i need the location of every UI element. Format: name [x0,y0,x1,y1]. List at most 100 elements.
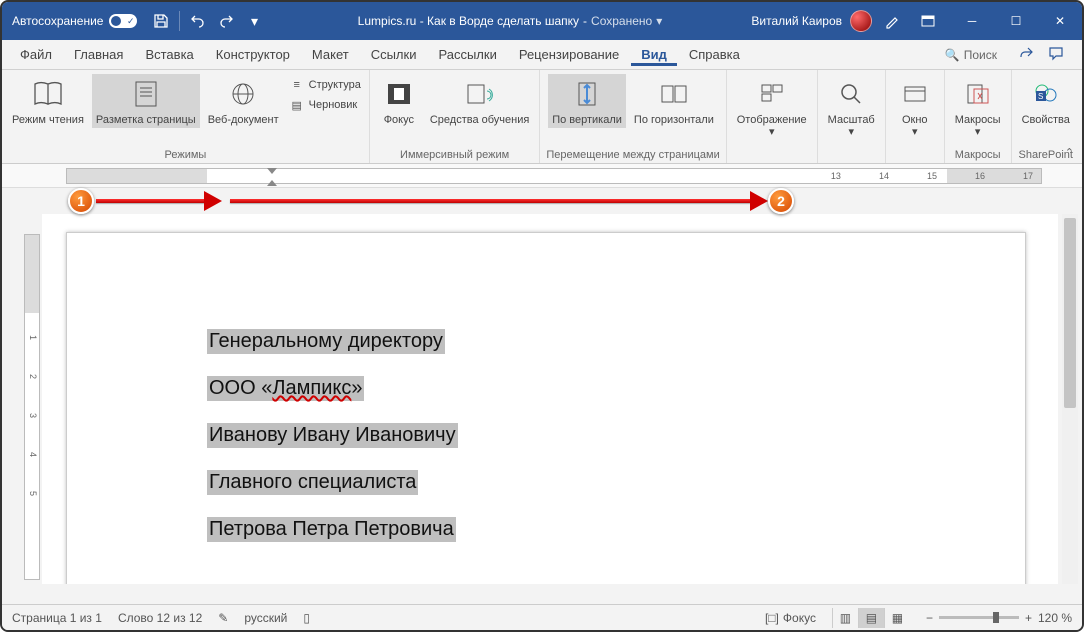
display-icon [754,76,790,112]
text-line[interactable]: Иванову Ивану Ивановичу [207,423,458,448]
tab-help[interactable]: Справка [679,43,750,66]
undo-icon[interactable] [184,7,212,35]
document-text[interactable]: Генеральному директору ООО «Лампикс» Ива… [207,329,458,564]
book-icon [30,76,66,112]
zoom-slider[interactable] [939,616,1019,619]
ribbon-group-window: Окно▾ [886,70,945,163]
maximize-button[interactable]: ☐ [994,2,1038,40]
macros-button[interactable]: Макросы▾ [951,74,1005,140]
tab-references[interactable]: Ссылки [361,43,427,66]
close-button[interactable]: ✕ [1038,2,1082,40]
zoom-out-button[interactable]: − [926,611,933,625]
drawing-icon[interactable] [878,7,906,35]
print-view-icon[interactable]: ▤ [858,608,884,628]
ribbon-group-modes: Режим чтения Разметка страницы Веб-докум… [2,70,370,163]
tab-review[interactable]: Рецензирование [509,43,629,66]
zoom-button[interactable]: Масштаб▾ [824,74,879,140]
minimize-button[interactable]: ─ [950,2,994,40]
doc-title-text: Lumpics.ru - Как в Ворде сделать шапку [358,14,579,28]
spell-error[interactable]: Лампикс [272,377,351,399]
window-button[interactable]: Окно▾ [892,74,938,140]
page-layout-icon [128,76,164,112]
redo-icon[interactable] [212,7,240,35]
avatar[interactable] [850,10,872,32]
collapse-ribbon-icon[interactable]: ⌃ [1065,146,1074,159]
autosave-toggle[interactable]: ✓ [109,14,137,28]
svg-text:S: S [1038,92,1043,101]
document-area[interactable]: Генеральному директору ООО «Лампикс» Ива… [42,214,1058,584]
page[interactable]: Генеральному директору ООО «Лампикс» Ива… [66,232,1026,584]
tab-file[interactable]: Файл [10,43,62,66]
vertical-scrollbar[interactable] [1062,214,1078,584]
horizontal-ruler[interactable]: 13 14 15 16 17 [66,168,1042,184]
macro-rec-icon[interactable]: ▯ [303,611,310,625]
ribbon-group-pagemove: По вертикали По горизонтали Перемещение … [540,70,726,163]
ruler-tick: 17 [1023,171,1033,181]
focus-icon [381,76,417,112]
tab-layout[interactable]: Макет [302,43,359,66]
spellcheck-icon[interactable]: ✎ [218,611,228,625]
properties-button[interactable]: S Свойства [1018,74,1074,128]
user-info[interactable]: Виталий Каиров [751,10,878,32]
vertical-ruler[interactable]: 12345 [24,234,40,580]
share-icon[interactable] [1018,45,1034,64]
outline-button[interactable]: ≡Структура [287,76,363,94]
save-icon[interactable] [147,7,175,35]
zoom-level[interactable]: 120 % [1038,611,1072,625]
tab-home[interactable]: Главная [64,43,133,66]
outline-icon: ≡ [289,77,305,93]
read-mode-button[interactable]: Режим чтения [8,74,88,128]
word-count[interactable]: Слово 12 из 12 [118,611,202,625]
focus-button[interactable]: Фокус [376,74,422,128]
text-line[interactable]: Генеральному директору [207,329,445,354]
globe-icon [225,76,261,112]
ribbon-display-icon[interactable] [906,2,950,40]
comments-icon[interactable] [1048,45,1064,64]
draft-icon: ▤ [289,97,305,113]
ruler-tick: 15 [927,171,937,181]
username-label: Виталий Каиров [751,14,842,28]
web-layout-button[interactable]: Веб-документ [204,74,283,128]
status-bar: Страница 1 из 1 Слово 12 из 12 ✎ русский… [2,604,1082,630]
text-line[interactable]: Петрова Петра Петровича [207,517,456,542]
indent-marker[interactable] [267,168,277,186]
language-label[interactable]: русский [244,611,287,625]
ruler-area: 13 14 15 16 17 [2,164,1082,188]
ribbon: Режим чтения Разметка страницы Веб-докум… [2,70,1082,164]
text-line[interactable]: ООО «Лампикс» [207,376,364,401]
search-box[interactable]: 🔍 Поиск [936,45,1006,65]
saved-state[interactable]: Сохранено [591,14,652,28]
document-title: Lumpics.ru - Как в Ворде сделать шапку -… [268,14,751,28]
vertical-button[interactable]: По вертикали [548,74,626,128]
sharepoint-icon: S [1028,76,1064,112]
text-line[interactable]: Главного специалиста [207,470,418,495]
horizontal-button[interactable]: По горизонтали [630,74,718,128]
view-buttons: ▥ ▤ ▦ [832,608,910,628]
zoom-control: − + 120 % [926,611,1072,625]
qat-dropdown-icon[interactable]: ▾ [240,7,268,35]
tab-view[interactable]: Вид [631,43,677,66]
word-window: Автосохранение ✓ ▾ Lumpics.ru - Как в Во… [0,0,1084,632]
tab-design[interactable]: Конструктор [206,43,300,66]
web-view-icon[interactable]: ▦ [884,608,910,628]
vertical-icon [569,76,605,112]
learning-tools-button[interactable]: Средства обучения [426,74,534,128]
page-count[interactable]: Страница 1 из 1 [12,611,102,625]
magnifier-icon [833,76,869,112]
zoom-slider-thumb[interactable] [993,612,999,623]
annotation-overlay: 1 2 [62,188,782,212]
scrollbar-thumb[interactable] [1064,218,1076,408]
tab-mailings[interactable]: Рассылки [428,43,506,66]
tab-insert[interactable]: Вставка [135,43,203,66]
focus-status-button[interactable]: [□]Фокус [765,611,816,625]
display-button[interactable]: Отображение▾ [733,74,811,140]
print-layout-button[interactable]: Разметка страницы [92,74,200,128]
read-view-icon[interactable]: ▥ [832,608,858,628]
zoom-in-button[interactable]: + [1025,611,1032,625]
annotation-badge-1: 1 [68,188,94,214]
ribbon-group-immersive: Фокус Средства обучения Иммерсивный режи… [370,70,541,163]
ruler-tick: 13 [831,171,841,181]
learning-icon [462,76,498,112]
ribbon-group-display: Отображение▾ [727,70,818,163]
draft-button[interactable]: ▤Черновик [287,96,363,114]
